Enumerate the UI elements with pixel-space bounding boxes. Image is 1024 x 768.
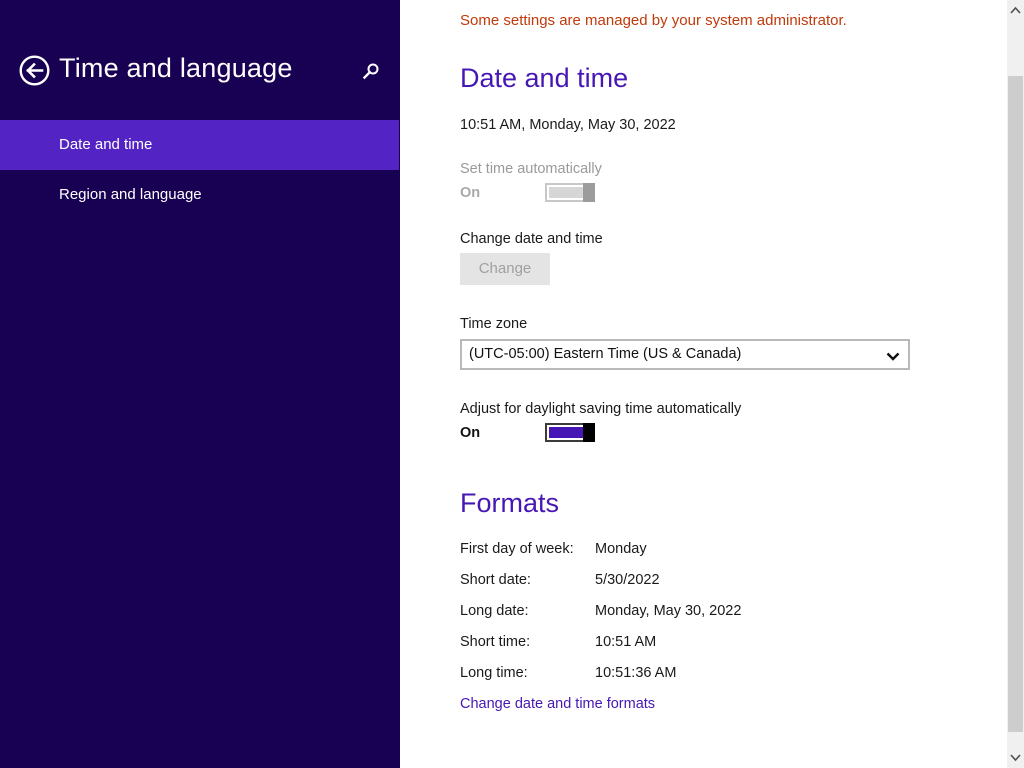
format-label-short-time: Short time: [460,634,531,650]
format-label-first-day: First day of week: [460,541,574,557]
admin-notice: Some settings are managed by your system… [460,12,847,29]
content-pane: Some settings are managed by your system… [400,0,1007,768]
toggle-fill [549,427,583,438]
time-zone-value: (UTC-05:00) Eastern Time (US & Canada) [469,346,742,362]
change-button[interactable]: Change [460,253,550,285]
daylight-saving-label: Adjust for daylight saving time automati… [460,401,742,417]
format-label-long-time: Long time: [460,665,528,681]
scroll-thumb[interactable] [1008,76,1023,732]
daylight-saving-state: On [460,425,481,441]
change-date-time-label: Change date and time [460,231,603,247]
format-value-short-date: 5/30/2022 [595,572,660,588]
format-label-short-date: Short date: [460,572,531,588]
date-and-time-heading: Date and time [460,63,629,93]
nav-header: Time and language [0,0,400,120]
set-time-automatically-toggle[interactable] [545,183,595,202]
format-value-short-time: 10:51 AM [595,634,657,650]
scroll-up-icon[interactable] [1007,2,1024,19]
daylight-saving-toggle[interactable] [545,423,595,442]
vertical-scrollbar[interactable] [1007,0,1024,768]
navigation-pane: Time and language Date and time Region a… [0,0,400,768]
search-icon[interactable] [360,60,382,82]
page-title: Time and language [59,53,293,83]
format-value-long-time: 10:51:36 AM [595,665,677,681]
time-zone-dropdown[interactable]: (UTC-05:00) Eastern Time (US & Canada) [460,339,910,370]
scroll-down-icon[interactable] [1007,749,1024,766]
set-time-automatically-state: On [460,185,481,201]
toggle-fill [549,187,583,198]
back-arrow-icon[interactable] [19,55,50,86]
toggle-thumb [583,183,595,202]
format-label-long-date: Long date: [460,603,529,619]
chevron-down-icon [886,349,900,361]
formats-heading: Formats [460,488,560,518]
nav-item-date-and-time[interactable]: Date and time [0,120,399,170]
current-date-time: 10:51 AM, Monday, May 30, 2022 [460,117,676,133]
change-formats-link[interactable]: Change date and time formats [460,696,655,712]
set-time-automatically-label: Set time automatically [460,161,602,177]
format-value-long-date: Monday, May 30, 2022 [595,603,742,619]
format-value-first-day: Monday [595,541,647,557]
toggle-thumb [583,423,595,442]
time-zone-label: Time zone [460,316,528,332]
nav-item-region-and-language[interactable]: Region and language [0,170,400,220]
